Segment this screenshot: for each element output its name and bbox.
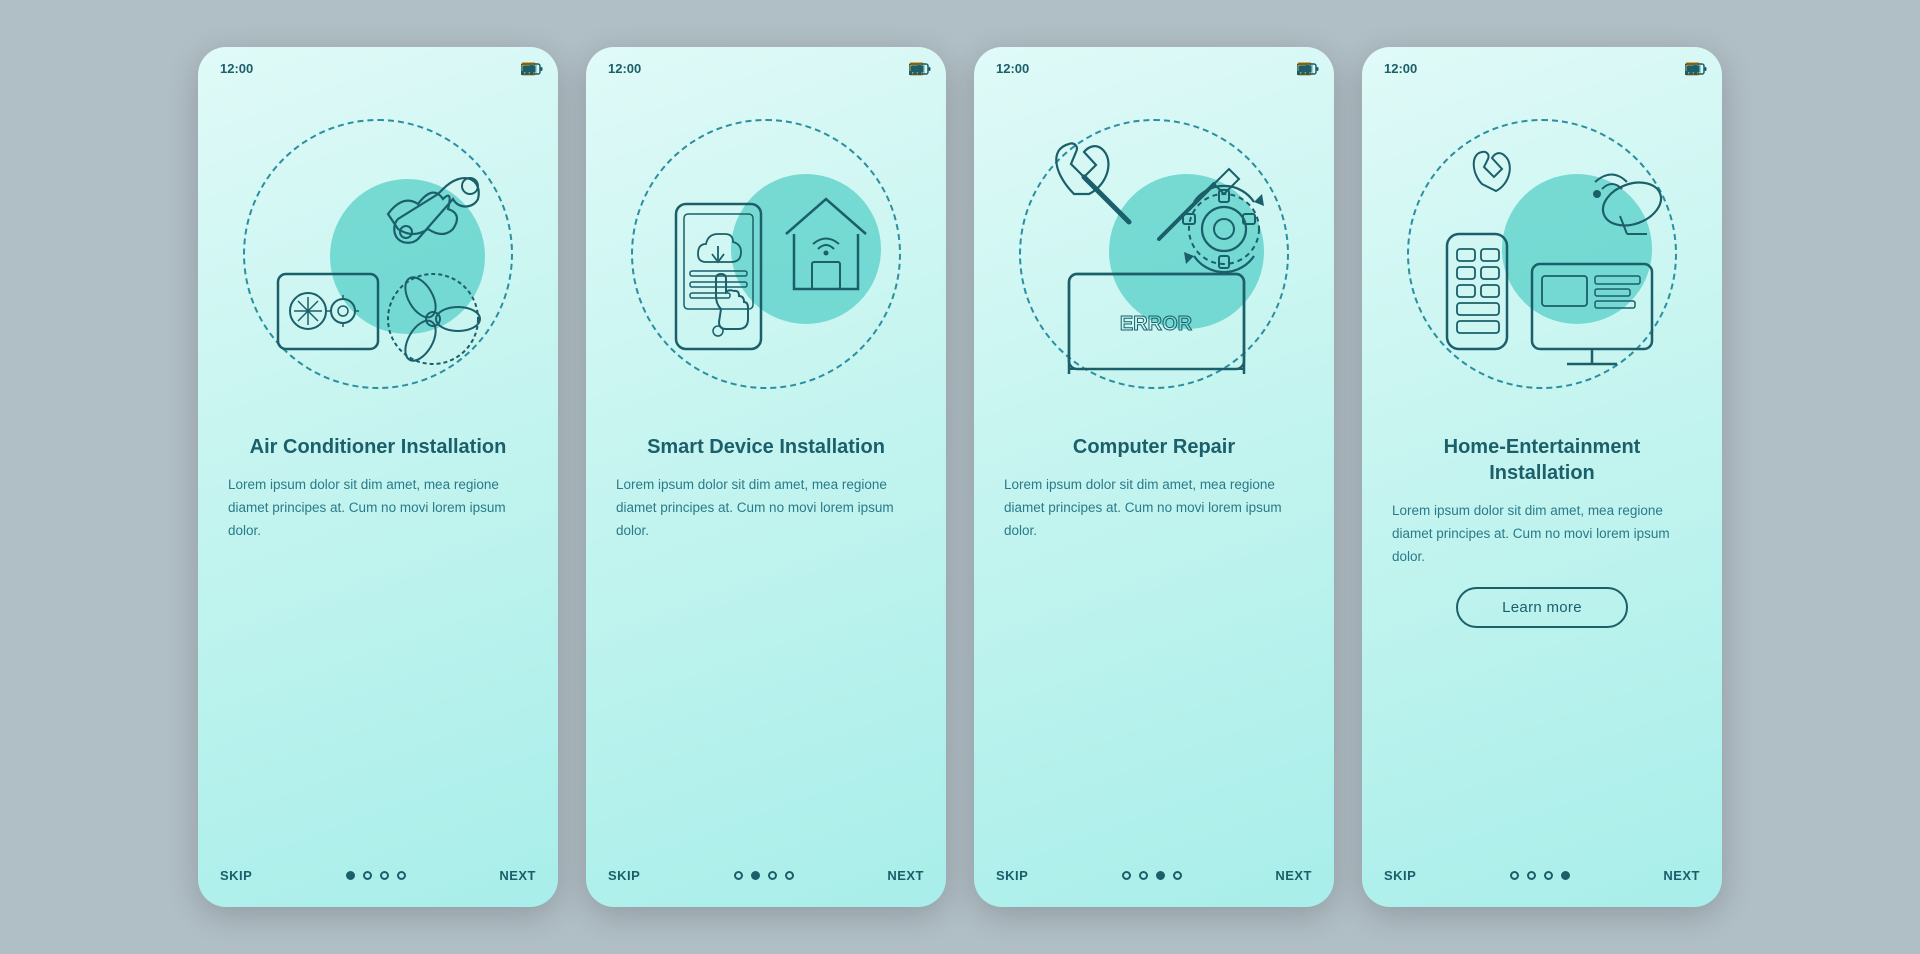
smart-device-illustration bbox=[626, 134, 906, 374]
nav-dots-2 bbox=[734, 871, 794, 880]
screen-title-4: Home-Entertainment Installation bbox=[1392, 434, 1692, 486]
screen-title-2: Smart Device Installation bbox=[616, 434, 916, 460]
dot-2-1[interactable] bbox=[734, 871, 743, 880]
status-bar-2: 12:00 📶 bbox=[586, 47, 946, 84]
dot-4-2[interactable] bbox=[1527, 871, 1536, 880]
battery-icon-3 bbox=[1297, 63, 1319, 75]
nav-dots-1 bbox=[346, 871, 406, 880]
svg-text:ERROR: ERROR bbox=[1120, 313, 1193, 335]
home-entertainment-illustration bbox=[1402, 134, 1682, 374]
computer-repair-illustration: ERROR bbox=[1014, 134, 1294, 374]
skip-button-4[interactable]: SKIP bbox=[1384, 868, 1416, 883]
status-icons-3: 📶 bbox=[1297, 62, 1312, 76]
nav-row-4: SKIP NEXT bbox=[1362, 852, 1722, 883]
dot-1-1[interactable] bbox=[346, 871, 355, 880]
illustration-area-2 bbox=[586, 84, 946, 424]
dot-1-4[interactable] bbox=[397, 871, 406, 880]
next-button-2[interactable]: NEXT bbox=[887, 868, 924, 883]
screen-desc-1: Lorem ipsum dolor sit dim amet, mea regi… bbox=[228, 474, 528, 543]
dot-3-4[interactable] bbox=[1173, 871, 1182, 880]
ac-illustration bbox=[248, 134, 508, 374]
nav-row-2: SKIP NEXT bbox=[586, 852, 946, 883]
status-icons-2: 📶 bbox=[909, 62, 924, 76]
screen-air-conditioner: 12:00 📶 bbox=[198, 47, 558, 907]
status-icons-4: 📶 bbox=[1685, 62, 1700, 76]
next-button-1[interactable]: NEXT bbox=[499, 868, 536, 883]
status-time-3: 12:00 bbox=[996, 61, 1029, 76]
illustration-area-3: ERROR bbox=[974, 84, 1334, 424]
dot-3-2[interactable] bbox=[1139, 871, 1148, 880]
status-bar-1: 12:00 📶 bbox=[198, 47, 558, 84]
nav-dots-3 bbox=[1122, 871, 1182, 880]
nav-row-3: SKIP NEXT bbox=[974, 852, 1334, 883]
content-area-4: Home-Entertainment Installation Lorem ip… bbox=[1362, 424, 1722, 852]
content-area-1: Air Conditioner Installation Lorem ipsum… bbox=[198, 424, 558, 852]
skip-button-1[interactable]: SKIP bbox=[220, 868, 252, 883]
screens-container: 12:00 📶 bbox=[198, 47, 1722, 907]
status-bar-4: 12:00 📶 bbox=[1362, 47, 1722, 84]
status-time-1: 12:00 bbox=[220, 61, 253, 76]
battery-icon-1 bbox=[521, 63, 543, 75]
dot-1-3[interactable] bbox=[380, 871, 389, 880]
dot-4-4[interactable] bbox=[1561, 871, 1570, 880]
skip-button-3[interactable]: SKIP bbox=[996, 868, 1028, 883]
illustration-area-4 bbox=[1362, 84, 1722, 424]
dot-2-4[interactable] bbox=[785, 871, 794, 880]
battery-icon-4 bbox=[1685, 63, 1707, 75]
status-time-2: 12:00 bbox=[608, 61, 641, 76]
screen-desc-2: Lorem ipsum dolor sit dim amet, mea regi… bbox=[616, 474, 916, 543]
content-area-3: Computer Repair Lorem ipsum dolor sit di… bbox=[974, 424, 1334, 852]
dot-1-2[interactable] bbox=[363, 871, 372, 880]
skip-button-2[interactable]: SKIP bbox=[608, 868, 640, 883]
battery-icon-2 bbox=[909, 63, 931, 75]
dot-4-3[interactable] bbox=[1544, 871, 1553, 880]
nav-row-1: SKIP NEXT bbox=[198, 852, 558, 883]
status-time-4: 12:00 bbox=[1384, 61, 1417, 76]
status-bar-3: 12:00 📶 bbox=[974, 47, 1334, 84]
screen-home-entertainment: 12:00 📶 bbox=[1362, 47, 1722, 907]
screen-desc-4: Lorem ipsum dolor sit dim amet, mea regi… bbox=[1392, 500, 1692, 569]
screen-computer-repair: 12:00 📶 bbox=[974, 47, 1334, 907]
nav-dots-4 bbox=[1510, 871, 1570, 880]
dot-2-2[interactable] bbox=[751, 871, 760, 880]
dot-3-3[interactable] bbox=[1156, 871, 1165, 880]
screen-smart-device: 12:00 📶 bbox=[586, 47, 946, 907]
next-button-4[interactable]: NEXT bbox=[1663, 868, 1700, 883]
status-icons-1: 📶 bbox=[521, 62, 536, 76]
dot-3-1[interactable] bbox=[1122, 871, 1131, 880]
learn-more-button[interactable]: Learn more bbox=[1456, 587, 1628, 628]
next-button-3[interactable]: NEXT bbox=[1275, 868, 1312, 883]
screen-desc-3: Lorem ipsum dolor sit dim amet, mea regi… bbox=[1004, 474, 1304, 543]
screen-title-1: Air Conditioner Installation bbox=[228, 434, 528, 460]
illustration-area-1 bbox=[198, 84, 558, 424]
dot-4-1[interactable] bbox=[1510, 871, 1519, 880]
content-area-2: Smart Device Installation Lorem ipsum do… bbox=[586, 424, 946, 852]
screen-title-3: Computer Repair bbox=[1004, 434, 1304, 460]
dot-2-3[interactable] bbox=[768, 871, 777, 880]
